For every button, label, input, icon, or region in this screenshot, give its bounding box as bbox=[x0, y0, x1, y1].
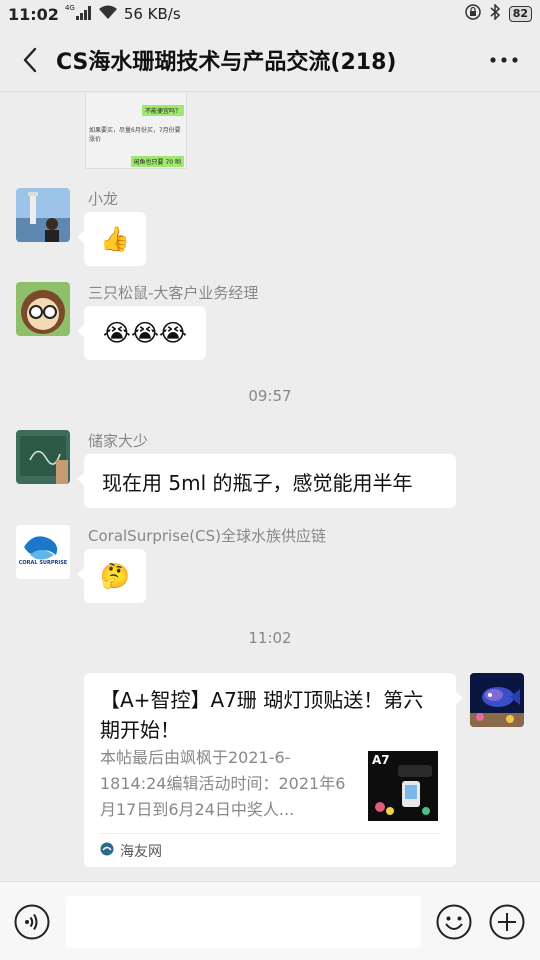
add-more-icon[interactable] bbox=[489, 904, 525, 940]
coral-surprise-logo-text: CORAL SURPRISE bbox=[18, 560, 68, 566]
voice-input-icon[interactable] bbox=[14, 904, 50, 940]
link-card-source: 海友网 bbox=[100, 841, 162, 861]
sender-name: 小龙 bbox=[88, 190, 119, 208]
link-card-thumbnail-label: A7 bbox=[372, 753, 390, 767]
chat-area[interactable]: 不能便宜吗？ 如果要买，尽量6月份买，7月份要涨价 闲鱼也只要 70 哟 小龙 … bbox=[0, 93, 540, 881]
message-bubble[interactable]: 现在用 5ml 的瓶子，感觉能用半年 bbox=[77, 454, 456, 508]
more-options-icon[interactable] bbox=[484, 40, 524, 80]
screenshot-text: 不能便宜吗？ bbox=[141, 105, 184, 116]
source-name: 海友网 bbox=[120, 844, 162, 860]
link-card[interactable]: 【A+智控】A7珊 瑚灯顶贴送！第六期开始！ 本帖最后由飒枫于2021-6-18… bbox=[84, 673, 463, 867]
link-card-description: 本帖最后由飒枫于2021-6-1814:24编辑活动时间：2021年6月17日到… bbox=[100, 748, 346, 819]
thinking-emoji: 🤔 bbox=[100, 562, 130, 590]
source-logo-icon bbox=[100, 842, 114, 860]
sender-name: 三只松鼠-大客户业务经理 bbox=[88, 284, 259, 302]
back-arrow-icon[interactable] bbox=[10, 40, 50, 80]
input-bar bbox=[0, 881, 540, 960]
rotation-lock-icon bbox=[464, 4, 481, 24]
signal-icon bbox=[75, 5, 92, 24]
message-bubble[interactable]: 👍 bbox=[77, 212, 146, 266]
bluetooth-icon bbox=[489, 3, 501, 24]
avatar[interactable] bbox=[16, 430, 70, 484]
network-speed: 56 KB/s bbox=[123, 5, 181, 23]
message-bubble[interactable]: 😭😭😭 bbox=[77, 306, 206, 360]
chat-header: CS海水珊瑚技术与产品交流(218) bbox=[0, 28, 540, 92]
sender-name: 储家大少 bbox=[88, 432, 149, 450]
battery-indicator: 82 bbox=[508, 6, 532, 22]
status-time: 11:02 bbox=[8, 4, 59, 24]
status-right: 82 bbox=[464, 3, 532, 24]
emoji-icon[interactable] bbox=[436, 904, 472, 940]
status-bar: 11:02 4G 56 KB/s 82 bbox=[0, 0, 540, 28]
link-card-thumbnail: A7 bbox=[368, 751, 438, 821]
thumbs-up-emoji: 👍 bbox=[100, 225, 130, 253]
link-card-divider bbox=[100, 833, 440, 834]
avatar[interactable] bbox=[16, 188, 70, 242]
message-bubble[interactable]: 🤔 bbox=[77, 549, 146, 603]
avatar[interactable]: CORAL SURPRISE bbox=[16, 525, 70, 579]
chat-title: CS海水珊瑚技术与产品交流(218) bbox=[56, 49, 397, 75]
crying-laughing-emoji: 😭😭😭 bbox=[102, 319, 188, 347]
message-text: 现在用 5ml 的瓶子，感觉能用半年 bbox=[102, 470, 413, 495]
wifi-icon bbox=[98, 5, 118, 24]
network-type: 4G bbox=[64, 4, 75, 12]
time-divider: 11:02 bbox=[248, 629, 292, 647]
message-input[interactable] bbox=[66, 896, 421, 948]
link-card-title: 【A+智控】A7珊 瑚灯顶贴送！第六期开始！ bbox=[100, 688, 424, 742]
screenshot-text: 闲鱼也只要 70 哟 bbox=[130, 156, 184, 167]
avatar[interactable] bbox=[16, 282, 70, 336]
my-avatar[interactable] bbox=[470, 673, 524, 727]
sender-name: CoralSurprise(CS)全球水族供应链 bbox=[88, 527, 326, 545]
screenshot-text: 如果要买，尽量6月份买，7月份要涨价 bbox=[89, 127, 181, 143]
time-divider: 09:57 bbox=[248, 387, 292, 405]
shared-chat-screenshot[interactable]: 不能便宜吗？ 如果要买，尽量6月份买，7月份要涨价 闲鱼也只要 70 哟 bbox=[85, 93, 187, 169]
